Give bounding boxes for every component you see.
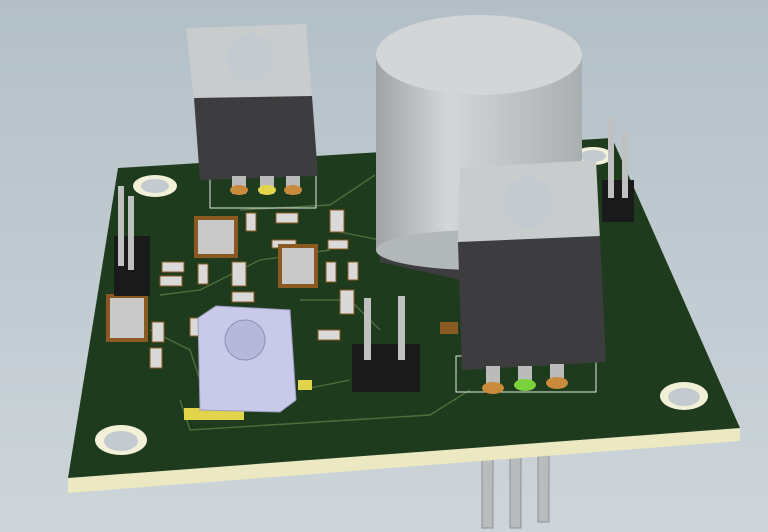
pcb-3d-viewport[interactable] [0, 0, 768, 532]
regulator-icon [455, 160, 606, 394]
bottom-pins [481, 449, 550, 529]
potentiometer-icon [184, 305, 297, 420]
